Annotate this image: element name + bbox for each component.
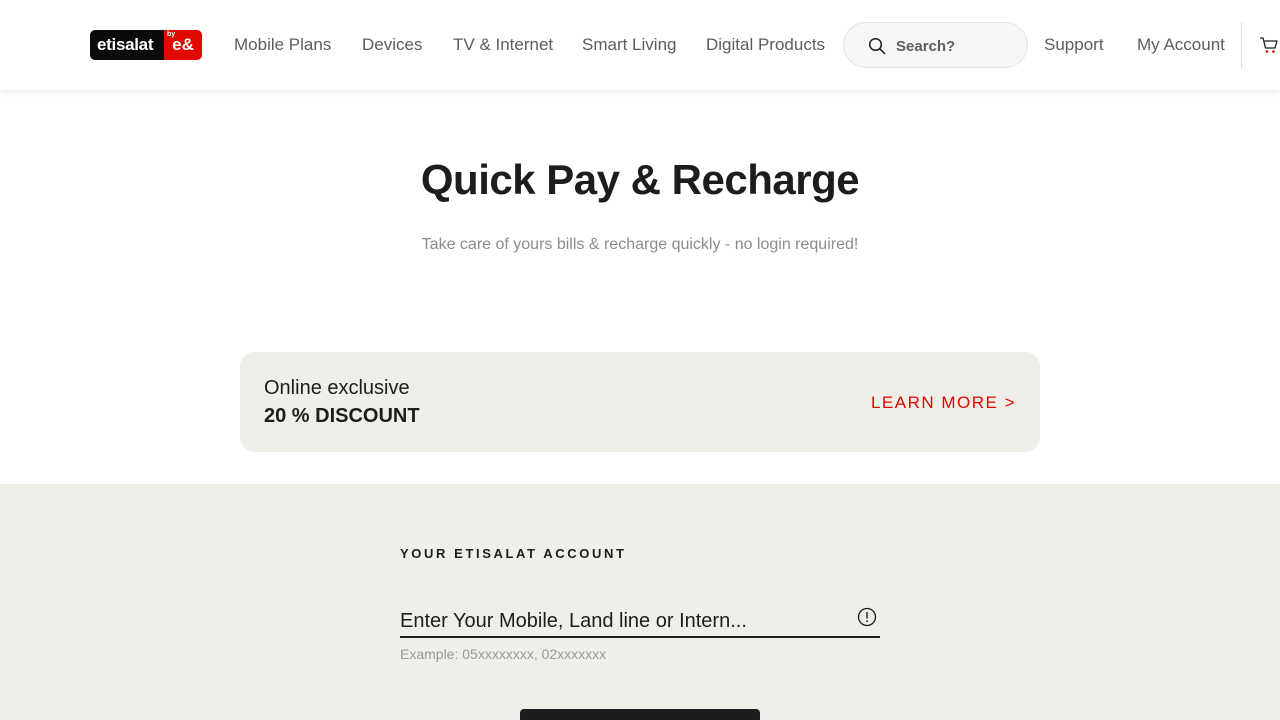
etisalat-logo[interactable]: etisalat by e& [90,30,202,60]
info-icon[interactable] [857,607,877,627]
nav-digital-products[interactable]: Digital Products [706,35,825,55]
logo-eand-mark: by e& [164,30,202,60]
account-section: YOUR ETISALAT ACCOUNT Example: 05xxxxxxx… [0,484,1280,720]
account-label: YOUR ETISALAT ACCOUNT [400,546,627,561]
nav-smart-living[interactable]: Smart Living [582,35,676,55]
site-header: etisalat by e& Mobile Plans Devices TV &… [0,0,1280,90]
field-helper-text: Example: 05xxxxxxxx, 02xxxxxxx [400,646,607,662]
cart-icon[interactable] [1259,36,1279,54]
header-divider [1241,22,1242,68]
nav-devices[interactable]: Devices [362,35,422,55]
promo-discount: 20 % DISCOUNT [264,405,420,427]
nav-support[interactable]: Support [1044,35,1104,55]
logo-by-text: by [167,31,176,38]
nav-mobile-plans[interactable]: Mobile Plans [234,35,331,55]
promo-banner: Online exclusive 20 % DISCOUNT LEARN MOR… [240,352,1040,452]
account-number-input[interactable] [400,608,840,634]
logo-wordmark: etisalat [90,30,164,60]
nav-my-account[interactable]: My Account [1137,35,1225,55]
search-icon [868,37,886,55]
search-box[interactable] [843,22,1028,68]
page-title: Quick Pay & Recharge [420,156,860,203]
nav-tv-internet[interactable]: TV & Internet [453,35,553,55]
learn-more-link[interactable]: LEARN MORE > [871,393,1016,413]
search-input[interactable] [896,35,1016,57]
page-subtitle: Take care of yours bills & recharge quic… [421,236,859,253]
account-number-field [400,606,880,638]
promo-label: Online exclusive [264,377,410,399]
continue-button[interactable] [520,709,760,720]
logo-eand-text: e& [172,35,194,54]
